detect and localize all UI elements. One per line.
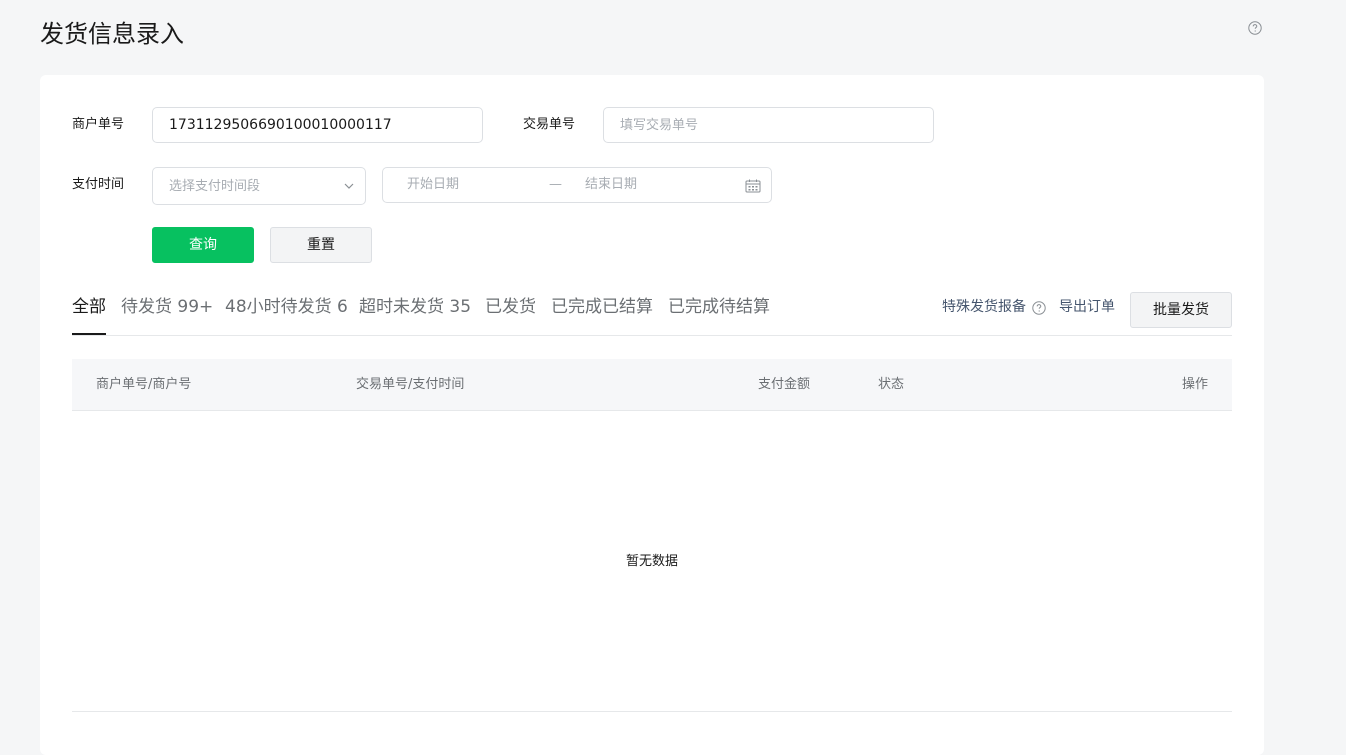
pay-time-select-placeholder: 选择支付时间段	[169, 179, 261, 194]
transaction-label: 交易单号	[523, 117, 576, 132]
column-header: 支付金额	[758, 377, 811, 392]
tab-pending-ship[interactable]: 待发货 99+	[121, 293, 213, 321]
tab-shipped[interactable]: 已发货	[485, 293, 536, 321]
special-report-link[interactable]: 特殊发货报备	[942, 297, 1026, 317]
start-date-input[interactable]: 开始日期	[407, 168, 459, 202]
pay-time-select[interactable]: 选择支付时间段	[152, 167, 366, 205]
batch-ship-button[interactable]: 批量发货	[1130, 292, 1232, 328]
tab-48h-pending[interactable]: 48小时待发货 6	[225, 293, 348, 321]
date-range-picker[interactable]: 开始日期 — 结束日期	[382, 167, 772, 203]
column-header: 操作	[1181, 377, 1208, 392]
reset-button[interactable]: 重置	[270, 227, 372, 263]
date-separator: —	[549, 177, 562, 192]
question-circle-icon[interactable]	[1032, 301, 1046, 315]
pay-time-label: 支付时间	[72, 177, 125, 192]
column-header: 状态	[878, 377, 905, 392]
table-header: 商户单号/商户号 交易单号/支付时间 支付金额 状态 操作	[72, 359, 1232, 411]
tab-completed-settled[interactable]: 已完成已结算	[551, 293, 653, 321]
tab-overdue[interactable]: 超时未发货 35	[359, 293, 471, 321]
tab-all[interactable]: 全部	[72, 293, 106, 321]
empty-state: 暂无数据	[625, 554, 678, 569]
column-header: 商户单号/商户号	[96, 377, 192, 392]
transaction-placeholder: 填写交易单号	[620, 118, 699, 133]
end-date-input[interactable]: 结束日期	[585, 168, 637, 202]
transaction-input[interactable]: 填写交易单号	[603, 107, 934, 143]
tabs-divider	[72, 335, 1232, 336]
merchant-order-label: 商户单号	[72, 117, 125, 132]
merchant-order-input[interactable]: 1731129506690100010000117	[152, 107, 483, 143]
tab-completed-unsettled[interactable]: 已完成待结算	[668, 293, 770, 321]
export-orders-link[interactable]: 导出订单	[1059, 297, 1115, 317]
question-circle-icon[interactable]	[1248, 21, 1262, 35]
table-bottom-divider	[72, 711, 1232, 712]
query-button[interactable]: 查询	[152, 227, 254, 263]
page-title: 发货信息录入	[40, 20, 184, 48]
calendar-icon	[745, 179, 761, 193]
column-header: 交易单号/支付时间	[356, 377, 465, 392]
chevron-down-icon	[344, 183, 354, 189]
main-card: 商户单号 1731129506690100010000117 交易单号 填写交易…	[40, 75, 1264, 755]
